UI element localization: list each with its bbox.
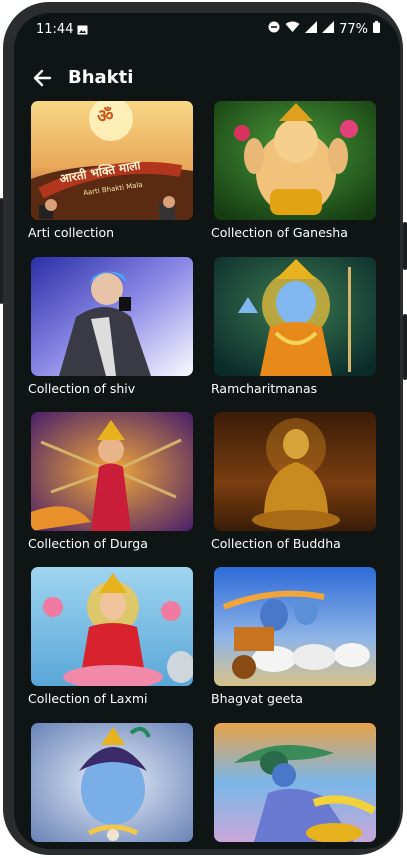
status-time: 11:44 — [36, 22, 74, 37]
phone-frame: 11:44 77% Bhakti ॐ आरती भक्ति माला Aarti… — [0, 2, 407, 855]
signal-icon — [305, 21, 318, 37]
collection-label: Collection of Buddha — [211, 536, 341, 551]
vishnu-thumbnail — [214, 723, 376, 842]
signal-icon — [322, 21, 335, 37]
shiv-thumbnail — [31, 257, 193, 376]
collection-label: Bhagvat geeta — [211, 691, 303, 706]
ganesha-thumbnail — [214, 101, 376, 220]
back-arrow-icon[interactable] — [28, 63, 58, 93]
arti-thumbnail: ॐ आरती भक्ति माला Aarti Bhakti Mala — [31, 101, 193, 220]
battery-icon — [373, 21, 380, 37]
durga-thumbnail — [31, 412, 193, 531]
wifi-icon — [285, 21, 300, 37]
screen: 11:44 77% Bhakti ॐ आरती भक्ति माला Aarti… — [14, 13, 400, 849]
collection-label: Collection of Laxmi — [28, 691, 148, 706]
krishna-thumbnail — [31, 723, 193, 842]
collection-label: Arti collection — [28, 225, 115, 240]
volume-down-button — [403, 314, 407, 380]
collection-label: Collection of Ganesha — [211, 225, 348, 240]
dnd-icon — [268, 21, 280, 37]
arti-om-symbol: ॐ — [97, 106, 114, 127]
ram-thumbnail — [214, 257, 376, 376]
gallery-icon — [77, 24, 88, 39]
status-icons: 77% — [268, 21, 380, 37]
laxmi-thumbnail — [31, 567, 193, 686]
buddha-thumbnail — [214, 412, 376, 531]
status-bar: 11:44 77% — [14, 13, 400, 47]
collection-label: Collection of shiv — [28, 381, 136, 396]
geeta-thumbnail — [214, 567, 376, 686]
power-button — [0, 198, 3, 304]
page-title: Bhakti — [68, 67, 134, 88]
collection-label: Collection of Durga — [28, 536, 148, 551]
volume-up-button — [403, 222, 407, 270]
collection-label: Ramcharitmanas — [211, 381, 318, 396]
battery-text: 77% — [339, 21, 368, 37]
app-bar: Bhakti — [14, 53, 400, 103]
